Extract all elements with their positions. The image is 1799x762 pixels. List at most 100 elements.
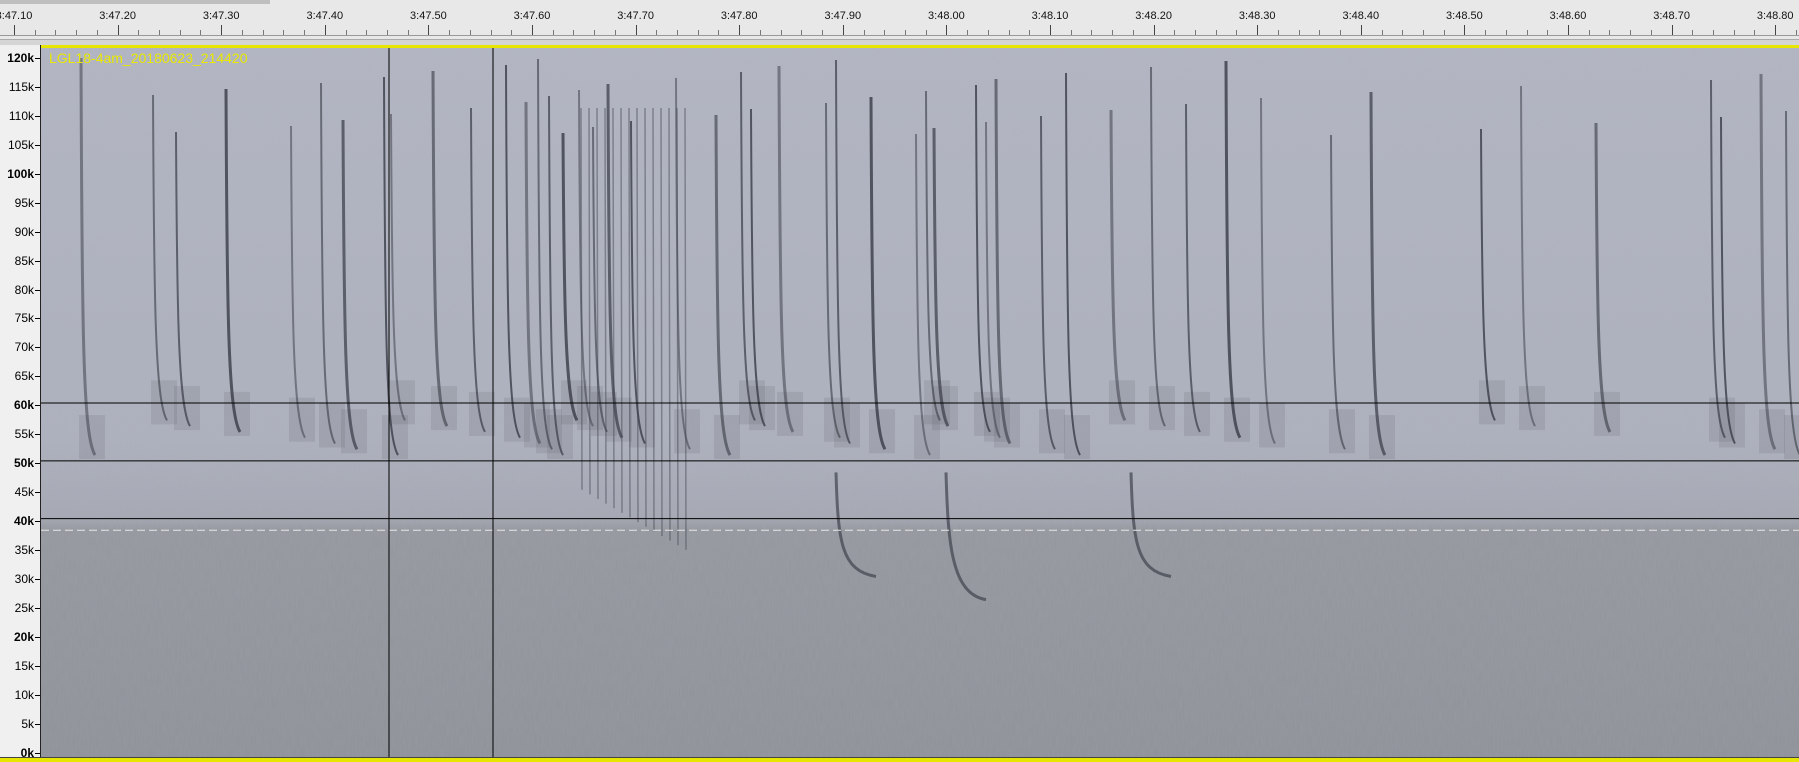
- timeline-minor-tick: [490, 30, 492, 35]
- buzz-pulse: [660, 107, 663, 537]
- timeline-minor-tick: [1733, 30, 1735, 35]
- buzz-pulse: [652, 107, 655, 532]
- frequency-tick: [35, 115, 40, 117]
- frequency-tick: [35, 549, 40, 551]
- timeline-minor-tick: [987, 30, 989, 35]
- timeline-minor-tick: [1402, 30, 1404, 35]
- timeline-major-tick: [117, 25, 119, 35]
- timeline-major-tick: [1153, 25, 1155, 35]
- timeline-minor-tick: [552, 30, 554, 35]
- timeline-major-tick: [1568, 25, 1569, 35]
- timeline-minor-tick: [449, 30, 451, 35]
- call-energy: [1519, 386, 1545, 431]
- call-energy: [1109, 380, 1135, 425]
- timeline-minor-tick: [1795, 30, 1797, 35]
- call-energy: [389, 380, 415, 425]
- call-energy: [714, 415, 740, 460]
- timeline-minor-tick: [262, 30, 264, 35]
- buzz-pulse: [612, 107, 615, 509]
- timeline-tick-label: 3:48.60: [1549, 10, 1587, 22]
- timeline-minor-tick: [1713, 30, 1715, 35]
- timeline-ruler[interactable]: 3:47.10 3:47.20 3:47.30 3:47.40 3:47.50 3:47.…: [0, 0, 1799, 45]
- frequency-label: 15k: [14, 658, 34, 673]
- frequency-label: 60k: [13, 398, 34, 413]
- buzz-pulse: [620, 107, 623, 513]
- timeline-minor-tick: [1174, 30, 1176, 35]
- frequency-label: 70k: [14, 340, 34, 355]
- timeline-minor-tick: [1505, 30, 1507, 35]
- timeline-tick-label: 3:48.50: [1446, 10, 1483, 22]
- call-energy: [1369, 415, 1395, 460]
- timeline-tick-label: 3:48.40: [1342, 10, 1380, 22]
- timeline-tick-label: 3:47.90: [824, 10, 862, 22]
- timeline-minor-tick: [138, 30, 140, 35]
- call-energy: [469, 391, 495, 436]
- call-energy: [994, 403, 1020, 448]
- call-energy: [932, 386, 958, 431]
- spectrogram-canvas[interactable]: [41, 48, 1799, 757]
- timeline-minor-tick: [718, 30, 720, 35]
- timeline-minor-tick: [1443, 30, 1445, 35]
- timeline-minor-tick: [179, 30, 181, 35]
- frequency-label: 35k: [14, 542, 34, 557]
- timeline-minor-tick: [34, 30, 36, 35]
- selection-strip[interactable]: [0, 0, 270, 4]
- frequency-label: 110k: [8, 108, 34, 123]
- frequency-tick: [35, 752, 40, 754]
- call-energy: [174, 386, 200, 431]
- timeline-minor-tick: [697, 30, 699, 35]
- timeline-minor-tick: [1609, 30, 1611, 35]
- call-energy: [79, 415, 105, 460]
- buzz-pulse: [676, 107, 679, 546]
- call-energy: [1759, 409, 1785, 454]
- buzz-pulse: [684, 107, 687, 550]
- frequency-tick: [35, 578, 40, 580]
- timeline-tick-label: 3:47.30: [202, 10, 240, 22]
- timeline-minor-tick: [967, 30, 969, 35]
- buzz-pulse: [580, 107, 583, 490]
- timeline-minor-tick: [1277, 30, 1279, 35]
- frequency-tick: [35, 607, 40, 609]
- timeline-minor-tick: [55, 30, 57, 35]
- timeline-minor-tick: [1112, 30, 1114, 35]
- frequency-label: 100k: [7, 166, 34, 181]
- timeline-minor-tick: [159, 30, 161, 35]
- frequency-tick: [35, 694, 40, 696]
- call-energy: [606, 397, 632, 442]
- frequency-tick: [35, 723, 40, 725]
- track-name-label[interactable]: LGL18-4am_20180623_214420: [49, 50, 248, 66]
- timeline-minor-tick: [366, 30, 368, 35]
- timeline-minor-tick: [96, 30, 98, 35]
- timeline-minor-tick: [1195, 30, 1197, 35]
- frequency-tick: [35, 58, 40, 59]
- frequency-tick: [35, 521, 40, 523]
- frequency-label: 95k: [14, 195, 34, 210]
- frequency-label: 120k: [7, 51, 34, 65]
- call-energy: [341, 409, 367, 454]
- timeline-minor-tick: [822, 30, 824, 35]
- timeline-minor-tick: [1298, 30, 1300, 35]
- timeline-tick-label: 3:47.80: [720, 10, 758, 22]
- timeline-minor-tick: [1588, 30, 1590, 35]
- frequency-label: 40k: [13, 514, 34, 529]
- timeline-minor-tick: [904, 30, 906, 35]
- timeline-minor-tick: [1236, 30, 1238, 35]
- frequency-tick: [35, 231, 40, 233]
- spectrogram-view[interactable]: LGL18-4am_20180623_214420: [41, 45, 1799, 757]
- timeline-minor-tick: [759, 30, 761, 35]
- frequency-label: 90k: [14, 224, 34, 239]
- frequency-tick: [35, 492, 40, 494]
- timeline-minor-tick: [1340, 30, 1342, 35]
- timeline-minor-tick: [1319, 30, 1321, 35]
- frequency-tick: [35, 376, 40, 378]
- buzz-pulse: [636, 107, 639, 523]
- frequency-label: 20k: [13, 629, 34, 644]
- call-energy: [289, 397, 315, 442]
- timeline-minor-tick: [1692, 30, 1694, 35]
- timeline-minor-tick: [656, 30, 658, 35]
- frequency-tick: [35, 347, 40, 349]
- timeline-major-tick: [1257, 25, 1259, 35]
- call-energy: [151, 380, 177, 425]
- timeline-minor-tick: [1547, 30, 1549, 35]
- frequency-tick: [35, 463, 40, 465]
